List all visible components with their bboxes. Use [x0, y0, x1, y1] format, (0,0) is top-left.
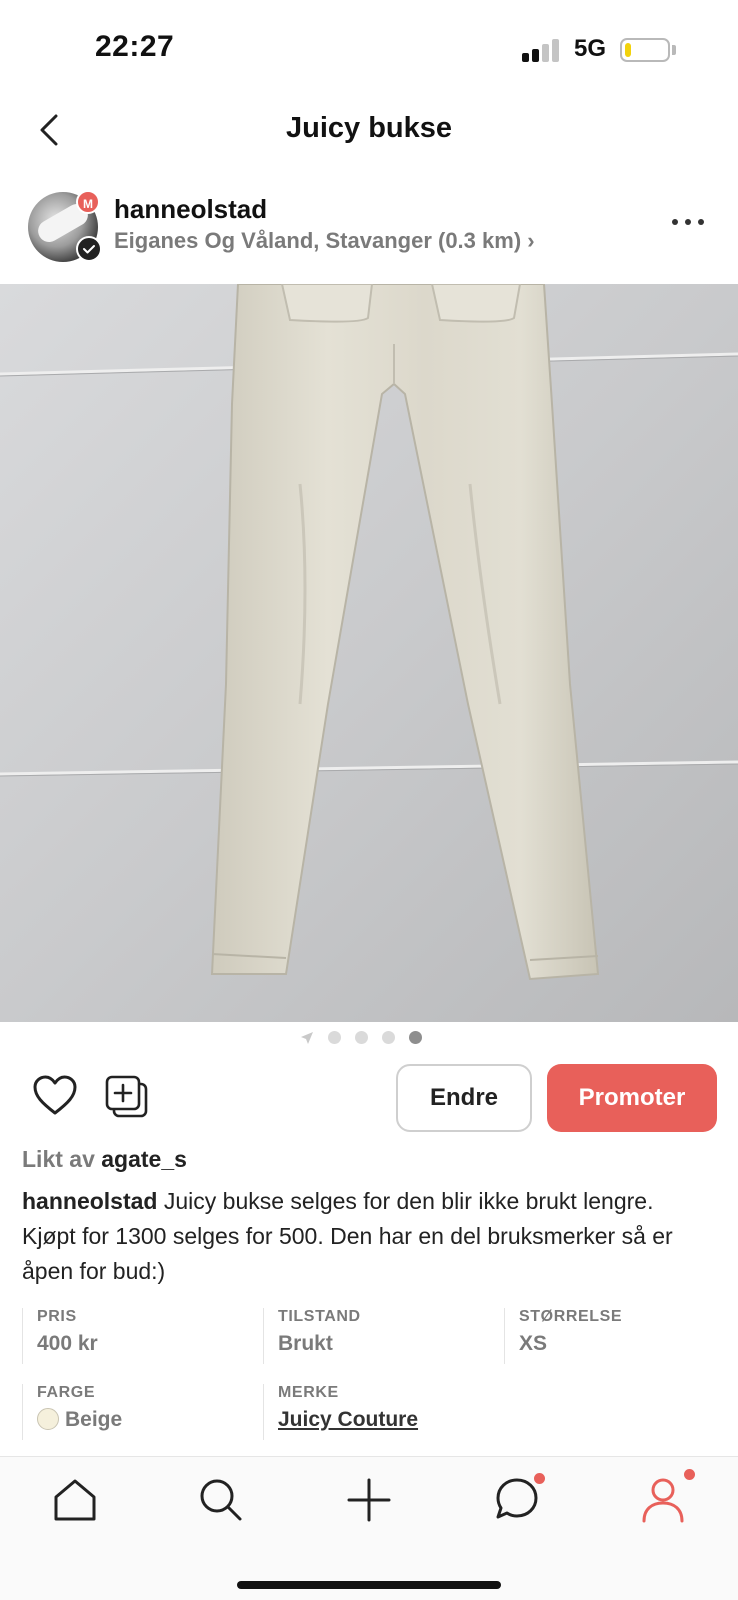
battery-level: [625, 43, 631, 57]
color-value-row: Beige: [37, 1408, 252, 1432]
condition-value: Brukt: [278, 1332, 333, 1355]
pager-dot: [355, 1031, 368, 1044]
brand-label: MERKE: [278, 1384, 339, 1401]
seller-row[interactable]: M hanneolstad Eiganes Og Våland, Stavang…: [0, 186, 738, 282]
size-value: XS: [519, 1332, 548, 1355]
nav-header: Juicy bukse: [0, 100, 738, 182]
action-bar: Endre Promoter: [0, 1060, 738, 1132]
trousers-photo: [0, 284, 738, 1022]
description-username[interactable]: hanneolstad: [22, 1188, 157, 1214]
location-arrow-icon: [300, 1031, 314, 1045]
verified-check-icon: [76, 236, 102, 262]
color-swatch: [37, 1408, 59, 1430]
profile-icon[interactable]: [638, 1475, 688, 1525]
price-label: PRIS: [37, 1308, 77, 1325]
detail-condition: TILSTAND Brukt: [263, 1308, 493, 1364]
liked-by[interactable]: Likt av agate_s: [22, 1146, 187, 1173]
product-photo[interactable]: [0, 284, 738, 1022]
color-value: Beige: [65, 1408, 123, 1431]
plus-icon[interactable]: [344, 1475, 394, 1525]
home-icon[interactable]: [50, 1475, 100, 1525]
liked-by-prefix: Likt av: [22, 1146, 102, 1172]
size-label: STØRRELSE: [519, 1308, 623, 1325]
status-bar: 22:27 5G: [0, 0, 738, 100]
detail-price: PRIS 400 kr: [22, 1308, 252, 1364]
add-to-collection-icon[interactable]: [104, 1074, 150, 1120]
pager-dot: [382, 1031, 395, 1044]
liker-username[interactable]: agate_s: [101, 1146, 187, 1172]
color-label: FARGE: [37, 1384, 96, 1401]
profile-notification-dot: [684, 1469, 695, 1480]
edit-button[interactable]: Endre: [396, 1064, 532, 1132]
listing-description: hanneolstad Juicy bukse selges for den b…: [22, 1184, 712, 1289]
price-value: 400 kr: [37, 1332, 98, 1355]
seller-username[interactable]: hanneolstad: [114, 194, 267, 225]
tab-bar: [0, 1456, 738, 1600]
pager-dot: [409, 1031, 422, 1044]
detail-color: FARGE Beige: [22, 1384, 252, 1440]
pager-dot: [328, 1031, 341, 1044]
photo-pager: [0, 1028, 738, 1046]
detail-size: STØRRELSE XS: [504, 1308, 734, 1364]
promote-button[interactable]: Promoter: [547, 1064, 717, 1132]
brand-link[interactable]: Juicy Couture: [278, 1408, 493, 1432]
heart-icon[interactable]: [32, 1074, 78, 1116]
battery-icon: [620, 38, 670, 62]
battery-cap: [672, 45, 676, 55]
home-indicator: [237, 1581, 501, 1589]
cellular-signal-icon: [522, 38, 562, 62]
status-time: 22:27: [95, 30, 175, 63]
search-icon[interactable]: [196, 1475, 246, 1525]
member-badge: M: [76, 190, 100, 214]
network-type: 5G: [574, 35, 607, 62]
chat-notification-dot: [534, 1473, 545, 1484]
seller-location[interactable]: Eiganes Og Våland, Stavanger (0.3 km) ›: [114, 228, 535, 254]
condition-label: TILSTAND: [278, 1308, 361, 1325]
detail-brand: MERKE Juicy Couture: [263, 1384, 493, 1440]
page-title: Juicy bukse: [285, 112, 453, 144]
chat-icon[interactable]: [492, 1475, 542, 1525]
ellipsis-icon[interactable]: [668, 214, 708, 230]
